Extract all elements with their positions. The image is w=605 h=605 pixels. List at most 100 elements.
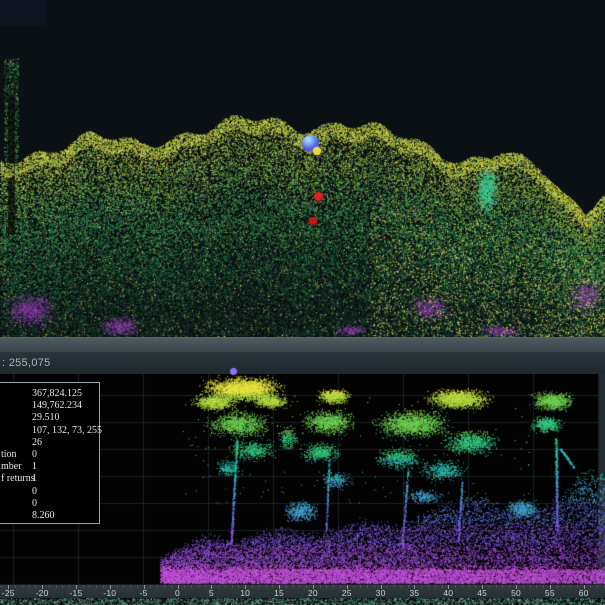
ruler-minor-tick: [523, 585, 524, 588]
attribute-value: 26: [32, 437, 42, 449]
ruler-minor-tick: [272, 585, 273, 588]
ruler-minor-tick: [455, 585, 456, 588]
attribute-value: 107, 132, 73, 255: [32, 425, 102, 437]
ruler-minor-tick: [252, 585, 253, 588]
attribute-value: 1: [32, 473, 37, 485]
ruler-minor-tick: [83, 585, 84, 588]
ruler-minor-tick: [184, 585, 185, 588]
ruler-minor-tick: [218, 585, 219, 588]
canopy-3d-viewport[interactable]: [0, 0, 605, 337]
ruler-minor-tick: [49, 585, 50, 588]
attribute-value: 0: [32, 498, 37, 510]
ruler-tick-label: 15: [274, 588, 284, 598]
ruler-minor-tick: [96, 585, 97, 588]
attribute-value: 367,824.125: [32, 388, 82, 400]
ruler-tick-label: -15: [69, 588, 82, 598]
ruler-minor-tick: [130, 585, 131, 588]
point-attribute-row: 0: [0, 498, 99, 510]
ruler-tick-label: 0: [175, 588, 180, 598]
ruler-minor-tick: [56, 585, 57, 588]
ruler-minor-tick: [536, 585, 537, 588]
ruler-minor-tick: [367, 585, 368, 588]
ruler-minor-tick: [462, 585, 463, 588]
ruler-minor-tick: [299, 585, 300, 588]
ruler-minor-tick: [171, 585, 172, 588]
ruler-minor-tick: [570, 585, 571, 588]
ruler-tick-label: 55: [545, 588, 555, 598]
ruler-minor-tick: [198, 585, 199, 588]
ruler-minor-tick: [442, 585, 443, 588]
attribute-value: 0: [32, 486, 37, 498]
status-point-count: : 255,075: [0, 357, 51, 369]
ruler-minor-tick: [29, 585, 30, 588]
attribute-value: 8.260: [32, 510, 55, 522]
ruler-minor-tick: [15, 585, 16, 588]
viewport-divider-bar: [0, 337, 605, 352]
ruler-tick-label: -25: [2, 588, 15, 598]
ruler-minor-tick: [137, 585, 138, 588]
ruler-tick-label: 20: [308, 588, 318, 598]
point-attribute-row: 107, 132, 73, 255: [0, 425, 99, 437]
ruler-minor-tick: [89, 585, 90, 588]
ruler-minor-tick: [150, 585, 151, 588]
ruler-minor-tick: [360, 585, 361, 588]
point-attribute-row: mber 1: [0, 461, 99, 473]
point-attribute-row: 8.260: [0, 510, 99, 522]
ruler-tick-label: 5: [209, 588, 214, 598]
attribute-value: 1: [32, 461, 37, 473]
attribute-value: 149,762.234: [32, 400, 82, 412]
lidar-app-window: : 255,075 367,824.125149,762.23429.51010…: [0, 0, 605, 605]
ruler-minor-tick: [435, 585, 436, 588]
ruler-minor-tick: [205, 585, 206, 588]
attribute-label: tion: [1, 449, 17, 461]
point-attribute-row: 149,762.234: [0, 400, 99, 412]
ruler-minor-tick: [509, 585, 510, 588]
ruler-minor-tick: [394, 585, 395, 588]
bottom-edge-strip: [0, 598, 605, 605]
status-bar: : 255,075: [0, 352, 605, 374]
ruler-minor-tick: [387, 585, 388, 588]
attribute-value: 0: [32, 449, 37, 461]
point-attribute-row: 367,824.125: [0, 388, 99, 400]
ruler-tick-label: 60: [579, 588, 589, 598]
ruler-minor-tick: [326, 585, 327, 588]
ruler-minor-tick: [428, 585, 429, 588]
ruler-minor-tick: [293, 585, 294, 588]
ruler-tick-label: -10: [103, 588, 116, 598]
ruler-minor-tick: [333, 585, 334, 588]
ruler-minor-tick: [22, 585, 23, 588]
ruler-tick-label: 30: [376, 588, 386, 598]
ruler-minor-tick: [191, 585, 192, 588]
ruler-minor-tick: [225, 585, 226, 588]
ruler-tick-label: 25: [342, 588, 352, 598]
ruler-tick-label: 35: [410, 588, 420, 598]
ruler-minor-tick: [259, 585, 260, 588]
ruler-tick-label: 10: [240, 588, 250, 598]
point-attribute-row: 29.510: [0, 412, 99, 424]
ruler-minor-tick: [597, 585, 598, 588]
ruler-minor-tick: [496, 585, 497, 588]
ruler-minor-tick: [557, 585, 558, 588]
ruler-minor-tick: [117, 585, 118, 588]
ruler-minor-tick: [62, 585, 63, 588]
point-attribute-row: 26: [0, 437, 99, 449]
ruler-minor-tick: [286, 585, 287, 588]
ruler-minor-tick: [340, 585, 341, 588]
ruler-minor-tick: [421, 585, 422, 588]
ruler-tick-label: -20: [36, 588, 49, 598]
ruler-minor-tick: [123, 585, 124, 588]
attribute-value: 29.510: [32, 412, 60, 424]
ruler-minor-tick: [530, 585, 531, 588]
attribute-label: mber: [1, 461, 22, 473]
ruler-minor-tick: [401, 585, 402, 588]
ruler-tick-label: 40: [443, 588, 453, 598]
ruler-minor-tick: [502, 585, 503, 588]
ruler-minor-tick: [164, 585, 165, 588]
ruler-tick-label: -5: [140, 588, 148, 598]
ruler-minor-tick: [590, 585, 591, 588]
point-attribute-row: f returns1: [0, 473, 99, 485]
ruler-minor-tick: [563, 585, 564, 588]
point-info-panel: 367,824.125149,762.23429.510107, 132, 73…: [0, 382, 100, 524]
horizontal-ruler: -25-20-15-10-5051015202530354045505560: [0, 585, 605, 598]
ruler-minor-tick: [469, 585, 470, 588]
